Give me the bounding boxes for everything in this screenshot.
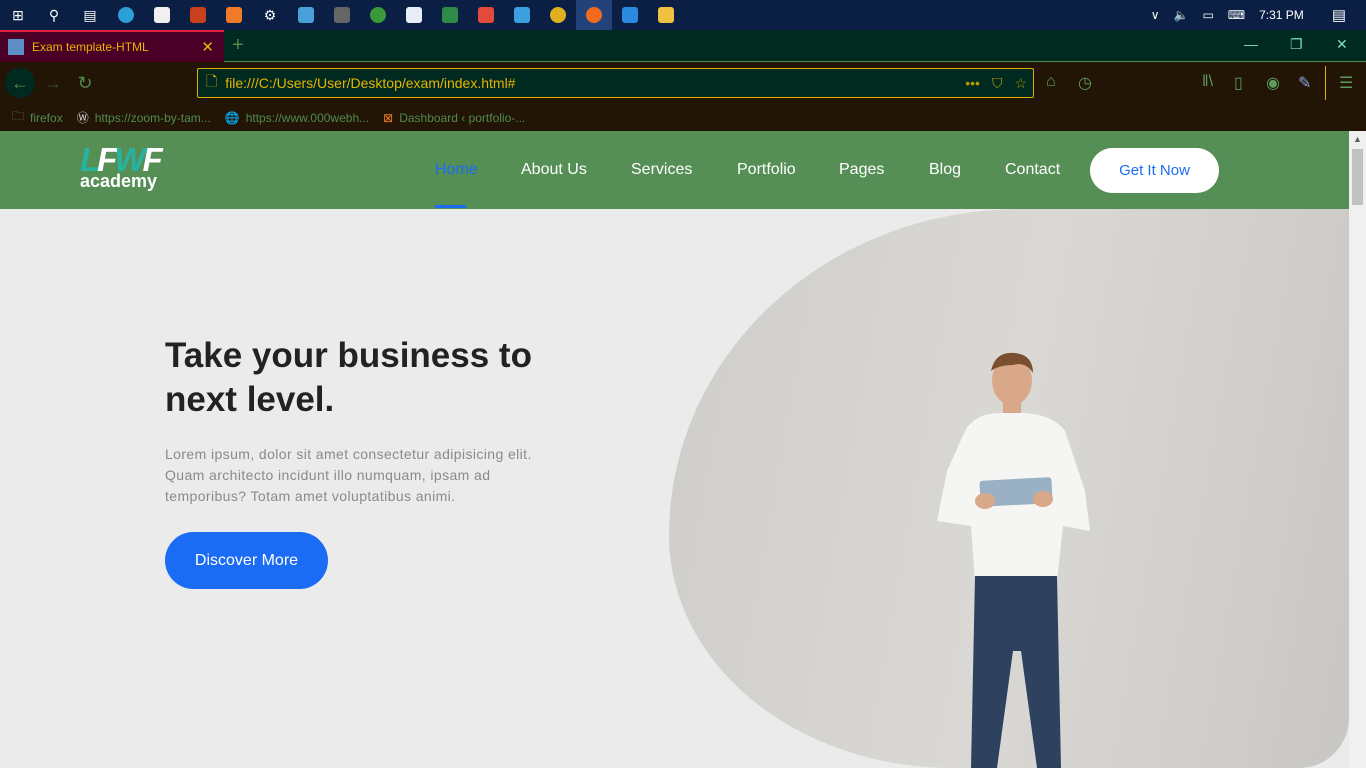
firefox-icon[interactable]	[576, 0, 612, 30]
word-icon[interactable]	[396, 0, 432, 30]
account-icon[interactable]: ◉	[1266, 73, 1280, 93]
web-page: LFWF academy Home About Us Services Port…	[0, 131, 1349, 768]
hero-text: Lorem ipsum, dolor sit amet consectetur …	[165, 446, 532, 504]
task-view-icon[interactable]: ▤	[72, 0, 108, 30]
app-icon[interactable]	[468, 0, 504, 30]
clock[interactable]: 7:31 PM	[1259, 8, 1304, 22]
file-explorer-icon[interactable]	[648, 0, 684, 30]
sidebar-icon[interactable]: ▯	[1234, 73, 1243, 93]
get-it-now-button[interactable]: Get It Now	[1090, 148, 1219, 193]
search-icon[interactable]: ⚲	[36, 0, 72, 30]
chevron-up-icon[interactable]: ∨	[1151, 8, 1160, 22]
scrollbar-thumb[interactable]	[1352, 149, 1363, 205]
downloader-icon[interactable]	[360, 0, 396, 30]
edge-icon[interactable]	[108, 0, 144, 30]
close-tab-icon[interactable]: ✕	[201, 38, 214, 56]
tab-bar: Exam template-HTML ✕ + — ❐ ✕	[0, 30, 1366, 62]
bookmark-firefox[interactable]: 🗀 firefox	[12, 107, 63, 128]
hero-title: Take your business to next level.	[165, 336, 532, 419]
system-tray: ∨ 🔈 ▭ ⌨ 7:31 PM ▤	[1151, 0, 1366, 30]
pocket-icon[interactable]: ⛉	[992, 75, 1003, 92]
globe-icon: 🌐	[224, 110, 240, 125]
nav-services[interactable]: Services	[631, 161, 692, 179]
bookmark-dashboard[interactable]: ⊠ Dashboard ‹ portfolio-...	[383, 111, 525, 125]
windows-taskbar: ⊞ ⚲ ▤ ⚙ ∨ 🔈 ▭ ⌨ 7:31 PM ▤	[0, 0, 1366, 30]
discover-more-button[interactable]: Discover More	[165, 532, 328, 589]
divider	[1325, 66, 1326, 100]
minimize-icon[interactable]: —	[1244, 36, 1258, 52]
app-icon[interactable]	[288, 0, 324, 30]
nav-pages[interactable]: Pages	[839, 161, 884, 179]
tab-exam-template[interactable]: Exam template-HTML ✕	[0, 30, 224, 62]
tab-title: Exam template-HTML	[32, 40, 149, 54]
nav-portfolio[interactable]: Portfolio	[737, 161, 796, 179]
home-icon[interactable]: ⌂	[1046, 73, 1056, 91]
notification-icon[interactable]: ▤	[1332, 6, 1346, 24]
volume-icon[interactable]: 🔈	[1173, 8, 1188, 22]
nav-home[interactable]: Home	[435, 161, 478, 179]
computer-icon[interactable]	[504, 0, 540, 30]
nav-about-us[interactable]: About Us	[521, 161, 587, 179]
menu-icon[interactable]: ☰	[1339, 73, 1353, 93]
network-icon[interactable]: ▭	[1202, 8, 1213, 22]
forward-button[interactable]: →	[38, 68, 68, 98]
wordpress-icon: Ⓦ	[76, 111, 89, 125]
nav-toolbar: ← → ↻ 🗋 file:///C:/Users/User/Desktop/ex…	[0, 62, 1366, 104]
store-icon[interactable]	[144, 0, 180, 30]
logo-subtext: academy	[80, 171, 158, 191]
site-logo[interactable]: LFWF academy	[80, 143, 163, 191]
nav-blog[interactable]: Blog	[929, 161, 961, 179]
xampp-icon: ⊠	[383, 110, 394, 125]
close-window-icon[interactable]: ✕	[1336, 36, 1348, 53]
app-icon[interactable]	[180, 0, 216, 30]
site-navbar: LFWF academy Home About Us Services Port…	[0, 131, 1349, 209]
favicon-icon	[8, 39, 24, 55]
bookmark-000webhost[interactable]: 🌐 https://www.000webh...	[225, 111, 369, 125]
app-icon[interactable]	[324, 0, 360, 30]
reload-button[interactable]: ↻	[70, 68, 100, 98]
start-icon[interactable]: ⊞	[0, 0, 36, 30]
chrome-icon[interactable]	[540, 0, 576, 30]
bookmarks-bar: 🗀 firefox Ⓦhttps://zoom-by-tam... 🌐 https:…	[0, 104, 1366, 131]
new-tab-button[interactable]: +	[232, 34, 244, 57]
eyedropper-icon[interactable]: ✎	[1298, 73, 1311, 93]
nav-contact[interactable]: Contact	[1005, 161, 1060, 179]
library-icon[interactable]: ‖\	[1202, 73, 1213, 91]
url-text[interactable]: file:///C:/Users/User/Desktop/exam/index…	[225, 75, 515, 91]
bookmark-star-icon[interactable]: ☆	[1014, 75, 1027, 92]
history-icon[interactable]: ◷	[1078, 73, 1092, 93]
page-icon: 🗋	[206, 73, 218, 89]
folder-icon: 🗀	[12, 109, 25, 123]
page-scrollbar[interactable]: ▲	[1349, 131, 1366, 768]
scroll-up-icon[interactable]: ▲	[1353, 134, 1362, 144]
bookmark-zoom[interactable]: Ⓦhttps://zoom-by-tam...	[77, 109, 211, 126]
excel-icon[interactable]	[432, 0, 468, 30]
vscode-icon[interactable]	[612, 0, 648, 30]
restore-icon[interactable]: ❐	[1290, 36, 1303, 53]
xampp-icon[interactable]	[216, 0, 252, 30]
more-actions-icon[interactable]: •••	[965, 75, 980, 92]
hero-person-image	[937, 352, 1090, 768]
url-bar[interactable]: 🗋 file:///C:/Users/User/Desktop/exam/ind…	[197, 68, 1034, 98]
settings-icon[interactable]: ⚙	[252, 0, 288, 30]
active-nav-underline	[435, 205, 466, 208]
back-button[interactable]: ←	[5, 68, 35, 98]
keyboard-icon[interactable]: ⌨	[1228, 8, 1245, 22]
